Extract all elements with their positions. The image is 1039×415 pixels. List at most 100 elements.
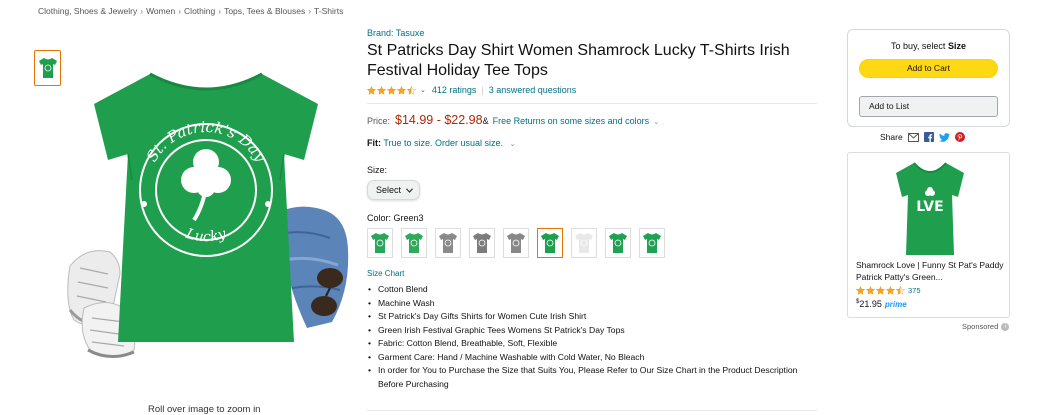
feature-bullet: In order for You to Purchase the Size th… <box>367 364 817 391</box>
size-chart-link[interactable]: Size Chart <box>367 269 817 278</box>
tshirt-swatch-icon <box>473 233 491 253</box>
info-icon[interactable]: i <box>1001 322 1010 331</box>
star-full-icon <box>856 286 865 295</box>
tshirt-swatch-icon <box>439 233 457 253</box>
feature-bullet: Cotton Blend <box>367 283 817 297</box>
tshirt-graphic: St. Patrick's Day Lucky <box>94 72 318 342</box>
brand-link[interactable]: Brand: Tasuxe <box>367 28 817 38</box>
buy-prompt-text: To buy, select <box>891 41 946 51</box>
sponsored-label[interactable]: Sponsored i <box>962 322 1010 331</box>
color-swatch-green-5[interactable] <box>639 228 665 258</box>
main-product-image[interactable]: St. Patrick's Day Lucky <box>62 60 352 360</box>
price-value: $14.99 - $22.98 <box>395 113 483 127</box>
product-title: St Patricks Day Shirt Women Shamrock Luc… <box>367 42 790 79</box>
fit-link[interactable]: True to size. Order usual size. <box>383 138 503 148</box>
tshirt-swatch-icon <box>541 233 559 253</box>
tshirt-swatch-icon <box>371 233 389 253</box>
ad-price-value: 21.95 <box>859 299 882 309</box>
image-thumbnail[interactable] <box>34 50 61 86</box>
star-full-icon <box>387 85 396 95</box>
feature-bullets: Cotton BlendMachine WashSt Patrick's Day… <box>367 283 817 391</box>
ad-product-image: LVE <box>896 162 964 255</box>
feature-bullet: Garment Care: Hand / Machine Washable wi… <box>367 351 817 365</box>
size-select[interactable]: Select <box>367 180 421 200</box>
ad-title[interactable]: Shamrock Love | Funny St Pat's Paddy Pat… <box>856 259 1006 283</box>
tshirt-swatch-icon <box>405 233 423 253</box>
chevron-down-icon[interactable]: ⌄ <box>510 141 516 148</box>
fit-label: Fit: <box>367 138 381 148</box>
product-details: Brand: Tasuxe St Patricks Day Shirt Wome… <box>367 28 817 391</box>
color-swatch-green-2[interactable] <box>401 228 427 258</box>
rating-row: ⌄ 412 ratings | 3 answered questions <box>367 83 817 97</box>
breadcrumb-item[interactable]: T-Shirts <box>314 6 343 16</box>
color-swatch-green-4[interactable] <box>605 228 631 258</box>
chevron-down-icon[interactable]: ⌄ <box>420 86 426 94</box>
tshirt-swatch-icon <box>643 233 661 253</box>
star-full-icon <box>876 286 885 295</box>
sponsored-ad-card[interactable]: LVE Shamrock Love | Funny St Pat's Paddy… <box>847 152 1010 318</box>
divider: | <box>481 85 484 95</box>
ad-price: $21.95 prime <box>856 299 907 309</box>
ad-rating[interactable]: 375 <box>856 286 921 295</box>
price-label: Price: <box>367 116 391 126</box>
add-to-list-button[interactable]: Add to List <box>859 96 998 117</box>
breadcrumb-separator: › <box>140 6 144 16</box>
star-full-icon <box>866 286 875 295</box>
green-tshirt-image: St. Patrick's Day Lucky <box>67 72 349 358</box>
price-row: Price: $14.99 - $22.98 & Free Returns on… <box>367 113 817 127</box>
email-icon[interactable] <box>907 132 919 142</box>
add-to-cart-button[interactable]: Add to Cart <box>859 59 998 78</box>
feature-bullet: Fabric: Cotton Blend, Breathable, Soft, … <box>367 337 817 351</box>
chevron-down-icon <box>406 187 413 193</box>
pinterest-icon[interactable] <box>954 132 965 142</box>
color-swatch-grey-2[interactable] <box>469 228 495 258</box>
ad-rating-count: 375 <box>908 286 921 295</box>
tshirt-swatch-icon <box>575 233 593 253</box>
size-select-value: Select <box>376 185 402 195</box>
feature-bullet: Green Irish Festival Graphic Tees Womens… <box>367 324 817 338</box>
breadcrumb-separator: › <box>178 6 182 16</box>
star-rating[interactable] <box>367 85 416 95</box>
twitter-icon[interactable] <box>938 132 950 142</box>
breadcrumb-separator: › <box>308 6 312 16</box>
divider <box>367 410 817 411</box>
star-full-icon <box>886 286 895 295</box>
facebook-icon[interactable] <box>923 132 934 142</box>
divider <box>367 103 817 104</box>
color-swatch-green-1[interactable] <box>367 228 393 258</box>
star-full-icon <box>397 85 406 95</box>
fit-row: Fit: True to size. Order usual size. ⌄ <box>367 138 817 148</box>
free-returns-link[interactable]: Free Returns on some sizes and colors <box>493 116 650 126</box>
star-full-icon <box>377 85 386 95</box>
zoom-hint: Roll over image to zoom in <box>148 404 261 415</box>
breadcrumb-item[interactable]: Tops, Tees & Blouses <box>224 6 305 16</box>
ad-print-text: LVE <box>916 199 943 215</box>
sponsored-text: Sponsored <box>962 322 999 331</box>
tshirt-swatch-icon <box>507 233 525 253</box>
star-half-icon <box>407 85 416 95</box>
breadcrumb-separator: › <box>218 6 222 16</box>
prime-badge: prime <box>884 300 907 309</box>
buy-prompt: To buy, select Size <box>848 41 1009 51</box>
buy-prompt-bold: Size <box>947 41 966 51</box>
tshirt-swatch-icon <box>609 233 627 253</box>
ad-star-rating <box>856 286 905 295</box>
size-label: Size: <box>367 165 388 175</box>
buy-box: To buy, select Size Add to Cart Add to L… <box>847 29 1010 127</box>
breadcrumb-item[interactable]: Clothing <box>184 6 215 16</box>
breadcrumb-item[interactable]: Clothing, Shoes & Jewelry <box>38 6 137 16</box>
chevron-down-icon[interactable]: ⌄ <box>653 118 659 126</box>
color-label: Color: Green3 <box>367 213 424 223</box>
ratings-count-link[interactable]: 412 ratings <box>432 85 477 95</box>
star-full-icon <box>367 85 376 95</box>
tshirt-thumbnail-icon <box>38 58 57 78</box>
color-swatch-grey-1[interactable] <box>435 228 461 258</box>
color-swatches <box>367 228 817 258</box>
answered-questions-link[interactable]: 3 answered questions <box>489 85 577 95</box>
color-swatch-grey-3[interactable] <box>503 228 529 258</box>
color-swatch-green-3[interactable] <box>537 228 563 258</box>
breadcrumb-item[interactable]: Women <box>146 6 175 16</box>
color-swatch-white-1[interactable] <box>571 228 597 258</box>
share-row: Share <box>880 132 965 142</box>
share-label: Share <box>880 132 903 142</box>
